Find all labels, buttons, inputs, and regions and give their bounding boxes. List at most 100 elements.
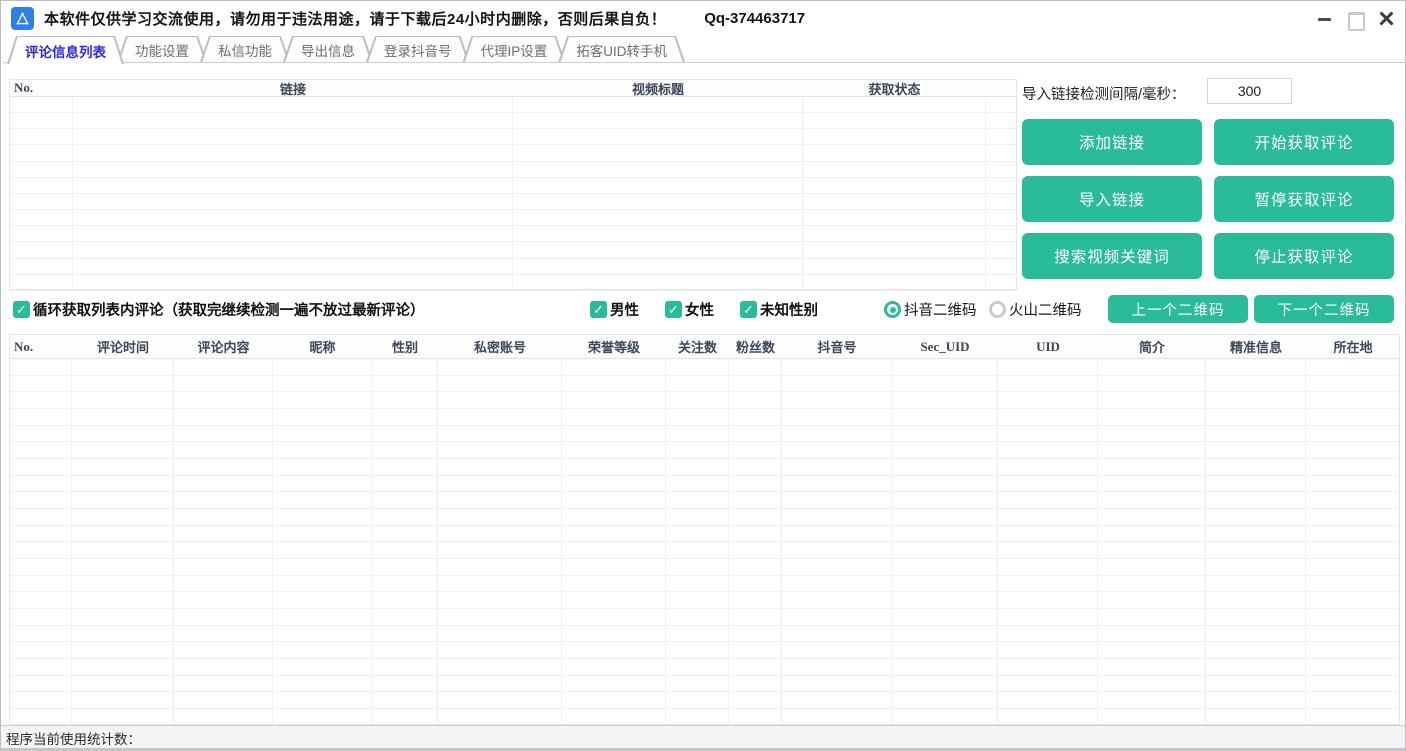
table-row[interactable] bbox=[10, 242, 1016, 258]
table-cell bbox=[372, 559, 438, 575]
table-cell bbox=[562, 526, 666, 542]
table-row[interactable] bbox=[10, 145, 1016, 161]
table-row[interactable] bbox=[10, 692, 1399, 709]
table-cell bbox=[10, 376, 72, 392]
table-row[interactable] bbox=[10, 194, 1016, 210]
table-cell bbox=[562, 559, 666, 575]
table-cell bbox=[372, 476, 438, 492]
table-cell bbox=[438, 392, 562, 408]
table-cell bbox=[562, 392, 666, 408]
prev-qr-button[interactable]: 上一个二维码 bbox=[1108, 295, 1248, 323]
add-link-button[interactable]: 添加链接 bbox=[1022, 119, 1202, 165]
column-header: 抖音号 bbox=[782, 337, 892, 356]
table-row[interactable] bbox=[10, 359, 1399, 376]
table-row[interactable] bbox=[10, 97, 1016, 113]
table-row[interactable] bbox=[10, 609, 1399, 626]
table-cell bbox=[892, 609, 998, 625]
table-cell bbox=[892, 542, 998, 558]
loop-fetch-checkbox[interactable]: ✓ 循环获取列表内评论（获取完继续检测一遍不放过最新评论） bbox=[13, 299, 425, 320]
column-header: No. bbox=[10, 80, 73, 96]
stop-fetch-button[interactable]: 停止获取评论 bbox=[1214, 233, 1394, 279]
table-row[interactable] bbox=[10, 592, 1399, 609]
table-cell bbox=[273, 376, 372, 392]
table-cell bbox=[562, 676, 666, 692]
table-cell bbox=[10, 442, 72, 458]
table-cell bbox=[73, 145, 513, 160]
table-cell bbox=[174, 359, 273, 375]
tab-导出信息[interactable]: 导出信息 bbox=[283, 36, 373, 62]
table-cell bbox=[729, 459, 782, 475]
table-row[interactable] bbox=[10, 576, 1399, 593]
tab-登录抖音号[interactable]: 登录抖音号 bbox=[366, 36, 470, 62]
table-row[interactable] bbox=[10, 709, 1399, 726]
table-cell bbox=[666, 709, 729, 725]
table-cell bbox=[998, 426, 1098, 442]
table-cell bbox=[892, 642, 998, 658]
table-row[interactable] bbox=[10, 226, 1016, 242]
table-row[interactable] bbox=[10, 210, 1016, 226]
tab-label: 登录抖音号 bbox=[384, 40, 452, 60]
table-row[interactable] bbox=[10, 542, 1399, 559]
table-cell bbox=[666, 676, 729, 692]
table-row[interactable] bbox=[10, 442, 1399, 459]
table-cell bbox=[1206, 659, 1306, 675]
tab-代理IP设置[interactable]: 代理IP设置 bbox=[463, 36, 566, 62]
table-cell bbox=[72, 376, 174, 392]
table-row[interactable] bbox=[10, 492, 1399, 509]
table-row[interactable] bbox=[10, 626, 1399, 643]
table-row[interactable] bbox=[10, 129, 1016, 145]
table-cell bbox=[1206, 476, 1306, 492]
male-checkbox[interactable]: ✓ 男性 bbox=[590, 299, 639, 320]
table-row[interactable] bbox=[10, 642, 1399, 659]
tab-功能设置[interactable]: 功能设置 bbox=[117, 36, 207, 62]
table-row[interactable] bbox=[10, 162, 1016, 178]
table-row[interactable] bbox=[10, 459, 1399, 476]
table-row[interactable] bbox=[10, 676, 1399, 693]
table-cell bbox=[782, 559, 892, 575]
table-row[interactable] bbox=[10, 275, 1016, 291]
close-icon[interactable] bbox=[1378, 10, 1395, 27]
tab-私信功能[interactable]: 私信功能 bbox=[200, 36, 290, 62]
table-cell bbox=[666, 626, 729, 642]
checkbox-checked-icon: ✓ bbox=[590, 301, 607, 318]
next-qr-button[interactable]: 下一个二维码 bbox=[1254, 295, 1394, 323]
table-cell bbox=[273, 542, 372, 558]
start-fetch-button[interactable]: 开始获取评论 bbox=[1214, 119, 1394, 165]
table-row[interactable] bbox=[10, 559, 1399, 576]
table-cell bbox=[1098, 392, 1206, 408]
table-cell bbox=[513, 178, 803, 193]
table-cell bbox=[803, 242, 986, 257]
table-cell bbox=[1306, 709, 1399, 725]
table-row[interactable] bbox=[10, 392, 1399, 409]
import-links-button[interactable]: 导入链接 bbox=[1022, 176, 1202, 222]
table-row[interactable] bbox=[10, 426, 1399, 443]
table-row[interactable] bbox=[10, 259, 1016, 275]
table-cell bbox=[10, 642, 72, 658]
table-row[interactable] bbox=[10, 178, 1016, 194]
table-cell bbox=[562, 659, 666, 675]
table-row[interactable] bbox=[10, 476, 1399, 493]
female-checkbox[interactable]: ✓ 女性 bbox=[665, 299, 714, 320]
table-cell bbox=[1098, 626, 1206, 642]
table-row[interactable] bbox=[10, 409, 1399, 426]
table-cell bbox=[273, 642, 372, 658]
tab-拓客UID转手机[interactable]: 拓客UID转手机 bbox=[558, 36, 685, 62]
interval-input[interactable] bbox=[1207, 78, 1292, 104]
huoshan-qr-radio[interactable]: 火山二维码 bbox=[989, 299, 1082, 320]
table-row[interactable] bbox=[10, 113, 1016, 129]
table-row[interactable] bbox=[10, 509, 1399, 526]
table-cell bbox=[72, 426, 174, 442]
table-cell bbox=[1306, 626, 1399, 642]
table-row[interactable] bbox=[10, 376, 1399, 393]
pause-fetch-button[interactable]: 暂停获取评论 bbox=[1214, 176, 1394, 222]
minimize-icon[interactable] bbox=[1317, 11, 1332, 26]
table-row[interactable] bbox=[10, 526, 1399, 543]
unknown-gender-checkbox[interactable]: ✓ 未知性别 bbox=[740, 299, 818, 320]
table-row[interactable] bbox=[10, 659, 1399, 676]
maximize-icon[interactable] bbox=[1348, 11, 1362, 26]
search-keyword-button[interactable]: 搜索视频关键词 bbox=[1022, 233, 1202, 279]
table-cell bbox=[892, 676, 998, 692]
douyin-qr-radio[interactable]: 抖音二维码 bbox=[884, 299, 977, 320]
tab-评论信息列表[interactable]: 评论信息列表 bbox=[7, 36, 124, 64]
table-cell bbox=[892, 492, 998, 508]
